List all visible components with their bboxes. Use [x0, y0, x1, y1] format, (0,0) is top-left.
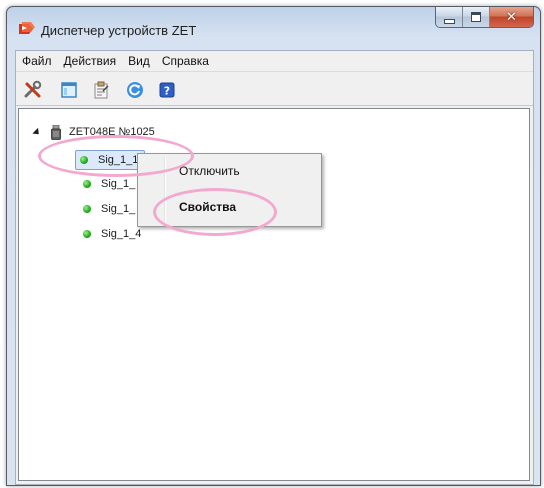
tree-node-sig-1-3[interactable]: Sig_1_ — [79, 200, 135, 218]
app-icon — [19, 22, 35, 34]
window-icon — [61, 82, 77, 98]
minimize-icon — [443, 18, 455, 24]
expand-arrow-icon[interactable] — [32, 127, 42, 137]
node-label: Sig_1_1 — [98, 154, 139, 166]
help-button[interactable]: ? — [156, 79, 178, 101]
tree-node-sig-1-2[interactable]: Sig_1_ — [79, 175, 135, 193]
device-label: ZET048E №1025 — [69, 126, 155, 138]
status-led-icon — [80, 156, 88, 164]
wrench-icon — [24, 80, 42, 98]
maximize-icon — [471, 12, 481, 22]
menu-view[interactable]: Вид — [122, 51, 156, 71]
menu-item-disconnect[interactable]: Отключить — [179, 164, 240, 178]
menu-file[interactable]: Файл — [16, 51, 58, 71]
app-window: Диспетчер устройств ZET ✕ Файл Действия … — [6, 6, 541, 486]
properties-icon — [94, 81, 109, 99]
help-icon: ? — [159, 82, 175, 98]
window-controls: ✕ — [435, 7, 534, 28]
menu-bar: Файл Действия Вид Справка — [16, 51, 533, 72]
node-label: Sig_1_ — [101, 203, 136, 215]
refresh-icon — [127, 82, 143, 98]
menu-item-properties[interactable]: Свойства — [179, 200, 236, 214]
context-menu: Отключить Свойства — [137, 153, 322, 227]
tree-root[interactable]: ZET048E №1025 — [32, 123, 155, 141]
properties-button[interactable] — [90, 79, 112, 101]
status-led-icon — [83, 205, 91, 213]
client-area: Файл Действия Вид Справка ? ZET048E №102… — [15, 50, 534, 485]
close-button[interactable]: ✕ — [489, 7, 533, 27]
svg-text:?: ? — [164, 85, 170, 98]
usb-device-icon — [51, 124, 61, 140]
node-label: Sig_1_4 — [101, 228, 142, 240]
maximize-button[interactable] — [462, 7, 489, 27]
refresh-button[interactable] — [124, 79, 146, 101]
window-button[interactable] — [58, 79, 80, 101]
title-bar[interactable]: Диспетчер устройств ZET ✕ — [7, 7, 540, 47]
status-led-icon — [83, 230, 91, 238]
toolbar: ? — [16, 73, 533, 106]
close-icon: ✕ — [506, 9, 517, 25]
menu-actions[interactable]: Действия — [58, 51, 123, 71]
wrench-button[interactable] — [22, 79, 44, 101]
tree-node-sig-1-1[interactable]: Sig_1_1 — [75, 150, 146, 170]
node-label: Sig_1_ — [101, 178, 136, 190]
minimize-button[interactable] — [436, 7, 462, 27]
window-title: Диспетчер устройств ZET — [41, 23, 197, 38]
menu-gutter — [164, 156, 166, 224]
menu-help[interactable]: Справка — [156, 51, 215, 71]
tree-node-sig-1-4[interactable]: Sig_1_4 — [79, 225, 141, 243]
status-led-icon — [83, 180, 91, 188]
